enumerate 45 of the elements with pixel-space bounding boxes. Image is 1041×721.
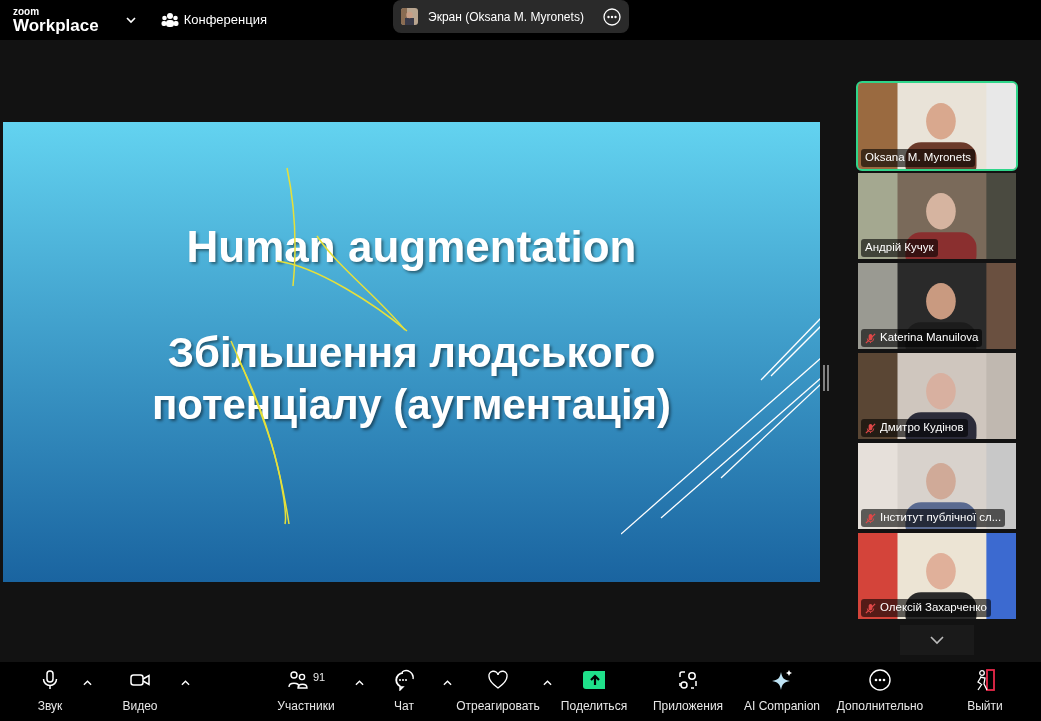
chat-icon (393, 668, 415, 691)
more-icon[interactable] (603, 7, 621, 26)
more-icon (869, 668, 891, 691)
toolbar-button[interactable]: Отреагировать (448, 665, 548, 718)
caret-icon[interactable] (181, 679, 190, 686)
video-tile[interactable]: Oksana M. Myronets (856, 81, 1018, 171)
toolbar-button[interactable]: 91 Участники (252, 665, 360, 718)
caret-icon[interactable] (355, 679, 364, 686)
splitter-handle-icon[interactable] (823, 365, 829, 391)
toolbar-button[interactable]: Видео (94, 665, 186, 718)
toolbar-button[interactable]: Чат (360, 665, 448, 718)
heart-icon (487, 668, 509, 691)
video-tile[interactable]: Олексій Захарченко (856, 531, 1018, 621)
caret-icon[interactable] (443, 679, 452, 686)
chevron-down-icon (930, 635, 944, 645)
upload-icon (583, 668, 605, 691)
meeting-title: Конференция (183, 11, 267, 30)
video-tile[interactable]: Дмитро Кудінов (856, 351, 1018, 441)
participant-name-tag: Інститут публічної сл... (861, 509, 1006, 527)
participant-name-tag: Oksana M. Myronets (861, 149, 976, 167)
brand-logo-text: zoom (13, 6, 41, 17)
caret-icon[interactable] (543, 679, 552, 686)
toolbar-button[interactable]: Дополнительно (828, 665, 932, 718)
toolbar-button[interactable]: Приложения (640, 665, 736, 718)
participant-name-tag: Katerina Manuilova (861, 329, 983, 347)
apps-icon (677, 668, 699, 691)
chevron-down-icon[interactable] (124, 14, 137, 26)
participant-name-tag: Дмитро Кудінов (861, 419, 968, 437)
participant-name-tag: Андрій Кучук (861, 239, 938, 257)
participant-name-tag: Олексій Захарченко (861, 599, 991, 617)
share-pill-label: Экран (Oksana M. Myronets) (428, 8, 584, 26)
participant-count: 91 (312, 669, 326, 685)
toolbar-button[interactable]: Поделиться (548, 665, 640, 718)
sparkle-icon (771, 668, 793, 691)
caret-icon[interactable] (83, 679, 92, 686)
toolbar-button[interactable]: Выйти (945, 665, 1025, 718)
video-tile[interactable]: Андрій Кучук (856, 171, 1018, 261)
brand-name: Workplace (13, 16, 99, 34)
toolbar-button[interactable]: Звук (12, 665, 88, 718)
toolbar-button[interactable]: AI Companion (736, 665, 828, 718)
people-icon (160, 12, 179, 28)
people-icon (286, 668, 309, 691)
video-tile[interactable]: Інститут публічної сл... (856, 441, 1018, 531)
video-tile[interactable]: Katerina Manuilova (856, 261, 1018, 351)
screen-share-indicator[interactable]: Экран (Oksana M. Myronets) (393, 0, 629, 33)
